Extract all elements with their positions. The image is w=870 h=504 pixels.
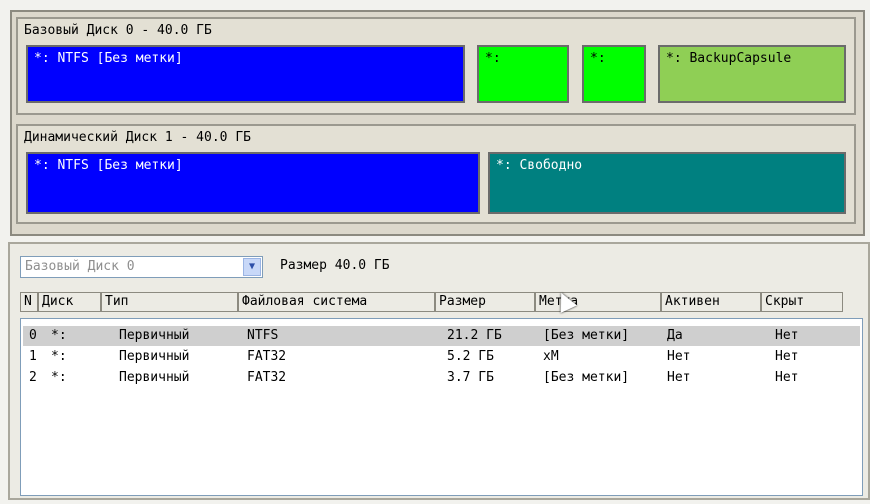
- cell-disk: *:: [51, 328, 67, 343]
- disk-select-value: Базовый Диск 0: [25, 259, 135, 274]
- disk-0-partition-backupcapsule[interactable]: *: BackupCapsule: [658, 45, 846, 103]
- column-header-type[interactable]: Тип: [101, 292, 238, 312]
- cell-disk: *:: [51, 349, 67, 364]
- table-row[interactable]: 2 *: Первичный FAT32 3.7 ГБ [Без метки] …: [23, 368, 860, 388]
- column-header-n[interactable]: N: [20, 292, 38, 312]
- column-header-size[interactable]: Размер: [435, 292, 535, 312]
- cell-hidden: Нет: [775, 349, 799, 364]
- chevron-down-icon[interactable]: ▼: [243, 258, 261, 276]
- disk-1-partition-ntfs[interactable]: *: NTFS [Без метки]: [26, 152, 480, 214]
- disk-1-box: Динамический Диск 1 - 40.0 ГБ *: NTFS [Б…: [16, 124, 856, 224]
- cell-type: Первичный: [119, 328, 190, 343]
- cell-active: Нет: [667, 349, 691, 364]
- cell-hidden: Нет: [775, 370, 799, 385]
- column-header-disk[interactable]: Диск: [38, 292, 101, 312]
- table-row[interactable]: 0 *: Первичный NTFS 21.2 ГБ [Без метки] …: [23, 326, 860, 346]
- cell-active: Нет: [667, 370, 691, 385]
- cell-type: Первичный: [119, 370, 190, 385]
- cell-filesystem: FAT32: [247, 349, 287, 364]
- cell-n: 0: [29, 328, 37, 343]
- cell-size: 3.7 ГБ: [447, 370, 494, 385]
- disk-select-dropdown[interactable]: Базовый Диск 0 ▼: [20, 256, 263, 278]
- cell-label: xM: [543, 349, 559, 364]
- disk-size-label: Размер 40.0 ГБ: [280, 258, 390, 273]
- column-header-filesystem[interactable]: Файловая система: [238, 292, 435, 312]
- disk-1-title: Динамический Диск 1 - 40.0 ГБ: [24, 130, 251, 145]
- disk-0-partition-2[interactable]: *:: [477, 45, 569, 103]
- cell-n: 2: [29, 370, 37, 385]
- cell-type: Первичный: [119, 349, 190, 364]
- disk-1-partition-free[interactable]: *: Свободно: [488, 152, 846, 214]
- disk-0-partition-ntfs[interactable]: *: NTFS [Без метки]: [26, 45, 465, 103]
- cell-hidden: Нет: [775, 328, 799, 343]
- cell-label: [Без метки]: [543, 370, 630, 385]
- cell-filesystem: FAT32: [247, 370, 287, 385]
- cell-disk: *:: [51, 370, 67, 385]
- disk-0-box: Базовый Диск 0 - 40.0 ГБ *: NTFS [Без ме…: [16, 17, 856, 115]
- table-row[interactable]: 1 *: Первичный FAT32 5.2 ГБ xM Нет Нет: [23, 347, 860, 367]
- cell-label: [Без метки]: [543, 328, 630, 343]
- cell-n: 1: [29, 349, 37, 364]
- partition-list[interactable]: 0 *: Первичный NTFS 21.2 ГБ [Без метки] …: [20, 318, 863, 496]
- cell-size: 5.2 ГБ: [447, 349, 494, 364]
- cell-active: Да: [667, 328, 683, 343]
- disk-0-partition-3[interactable]: *:: [582, 45, 646, 103]
- column-header-hidden[interactable]: Скрыт: [761, 292, 843, 312]
- cell-filesystem: NTFS: [247, 328, 279, 343]
- disk-0-title: Базовый Диск 0 - 40.0 ГБ: [24, 23, 212, 38]
- cell-size: 21.2 ГБ: [447, 328, 502, 343]
- column-header-active[interactable]: Активен: [661, 292, 761, 312]
